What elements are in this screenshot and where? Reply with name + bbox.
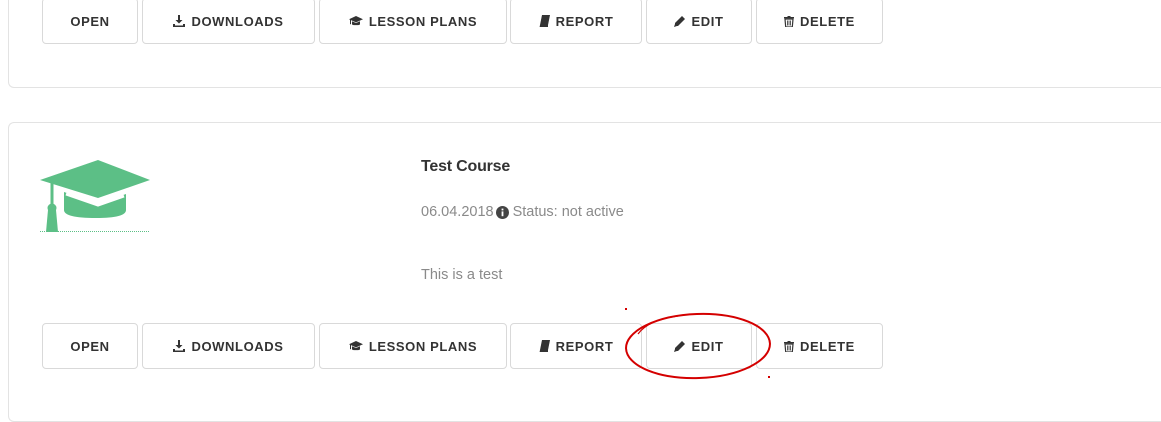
course-title[interactable]: Test Course <box>421 158 510 176</box>
info-circle-icon[interactable] <box>495 205 509 219</box>
pencil-icon <box>674 340 686 352</box>
open-button-label: OPEN <box>70 13 110 29</box>
course-status: Status: not active <box>512 204 624 220</box>
graduation-cap-icon <box>348 15 363 27</box>
course-meta: 06.04.2018 Status: not active <box>421 204 624 220</box>
report-button[interactable]: REPORT <box>510 323 642 369</box>
downloads-button[interactable]: DOWNLOADS <box>142 323 315 369</box>
course-description: This is a test <box>421 267 503 283</box>
download-icon <box>173 340 186 352</box>
course-date: 06.04.2018 <box>421 204 494 220</box>
edit-button[interactable]: EDIT <box>646 323 752 369</box>
edit-button-label: EDIT <box>691 338 724 354</box>
delete-button-label: DELETE <box>800 338 855 354</box>
lesson-plans-button[interactable]: LESSON PLANS <box>319 323 507 369</box>
lesson-plans-button-label: LESSON PLANS <box>368 338 478 354</box>
report-button[interactable]: REPORT <box>510 0 642 44</box>
book-icon <box>539 340 550 352</box>
book-icon <box>539 15 550 27</box>
downloads-button[interactable]: DOWNLOADS <box>142 0 315 44</box>
open-button[interactable]: OPEN <box>42 0 138 44</box>
delete-button-label: DELETE <box>800 13 855 29</box>
pencil-icon <box>674 15 686 27</box>
course-card <box>8 122 1161 422</box>
open-button[interactable]: OPEN <box>42 323 138 369</box>
lesson-plans-button[interactable]: LESSON PLANS <box>319 0 507 44</box>
delete-button[interactable]: DELETE <box>756 0 883 44</box>
open-button-label: OPEN <box>70 338 110 354</box>
trash-icon <box>784 15 795 27</box>
downloads-button-label: DOWNLOADS <box>191 13 284 29</box>
graduation-cap-icon <box>348 340 363 352</box>
download-icon <box>173 15 186 27</box>
report-button-label: REPORT <box>555 13 614 29</box>
edit-button-label: EDIT <box>691 13 724 29</box>
course-logo <box>40 158 152 239</box>
report-button-label: REPORT <box>555 338 614 354</box>
trash-icon <box>784 340 795 352</box>
delete-button[interactable]: DELETE <box>756 323 883 369</box>
downloads-button-label: DOWNLOADS <box>191 338 284 354</box>
lesson-plans-button-label: LESSON PLANS <box>368 13 478 29</box>
edit-button[interactable]: EDIT <box>646 0 752 44</box>
graduation-cap-icon <box>40 160 150 232</box>
